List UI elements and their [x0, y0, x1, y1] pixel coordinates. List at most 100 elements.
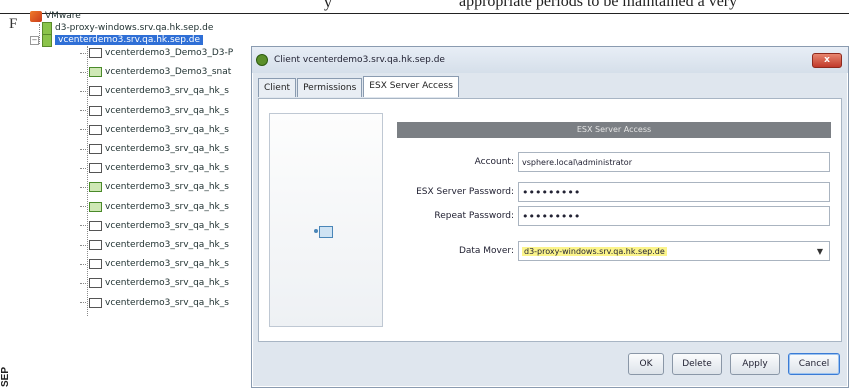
tree-node-label: VMware [45, 11, 81, 21]
tree-connector [80, 167, 86, 169]
tree-connector [80, 244, 86, 246]
left-image-pane [269, 113, 383, 327]
dialog-title: Client vcenterdemo3.srv.qa.hk.sep.de [274, 55, 445, 65]
repeat-password-row: Repeat Password: ••••••••• [397, 205, 837, 227]
cancel-button[interactable]: Cancel [788, 353, 840, 375]
vm-icon [89, 297, 102, 308]
tree-node-label: vcenterdemo3_srv_qa_hk_s [105, 240, 229, 250]
tree-node-vm[interactable]: vcenterdemo3_srv_qa_hk_s [80, 162, 229, 174]
tree-connector [80, 263, 86, 265]
account-field[interactable]: vsphere.local\administrator [518, 152, 830, 172]
document-text-line: appropriate periods to be maintained a v… [459, 0, 738, 10]
tree-node-vm[interactable]: vcenterdemo3_srv_qa_hk_s [80, 239, 229, 251]
password-row: ESX Server Password: ••••••••• [397, 181, 837, 203]
tree-node-vmware[interactable]: VMware [30, 10, 81, 22]
vm-icon [89, 163, 102, 174]
apply-button[interactable]: Apply [730, 353, 780, 375]
tree-connector [80, 206, 86, 208]
close-button[interactable]: x [812, 53, 842, 68]
tree-node-label: vcenterdemo3_srv_qa_hk_s [105, 86, 229, 97]
vm-icon [89, 240, 102, 250]
dialog-titlebar[interactable]: Client vcenterdemo3.srv.qa.hk.sep.de x [252, 47, 848, 73]
tree-node-vm[interactable]: vcenterdemo3_srv_qa_hk_s [80, 85, 229, 97]
ok-button[interactable]: OK [628, 353, 664, 375]
dropdown-arrow-icon[interactable]: ▼ [817, 242, 823, 262]
tree-node-label-selected: vcenterdemo3.srv.qa.hk.sep.de [55, 35, 204, 45]
tree-node-label: vcenterdemo3_srv_qa_hk_s [105, 105, 229, 116]
tree-node-vm[interactable]: vcenterdemo3_srv_qa_hk_s [80, 105, 229, 117]
vm-icon [89, 105, 102, 116]
tree-node-label: vcenterdemo3_srv_qa_hk_s [105, 144, 229, 154]
tree-node-vm[interactable]: vcenterdemo3_Demo3_D3-P [80, 47, 233, 59]
repeat-password-field[interactable]: ••••••••• [518, 206, 830, 226]
tree-connector [80, 110, 86, 112]
client-tree: VMware d3-proxy-windows.srv.qa.hk.sep.de… [24, 10, 264, 340]
host-icon [42, 33, 52, 47]
tree-node-vm[interactable]: vcenterdemo3_srv_qa_hk_s [80, 124, 229, 136]
tree-connector [80, 52, 86, 54]
tree-node-vm[interactable]: vcenterdemo3_srv_qa_hk_s [80, 143, 229, 155]
repeat-password-label: Repeat Password: [434, 211, 514, 221]
document-text-fragment: y [324, 0, 332, 11]
tree-node-label: vcenterdemo3_srv_qa_hk_s [105, 182, 229, 193]
tree-node-vm[interactable]: vcenterdemo3_srv_qa_hk_s [80, 220, 229, 232]
tree-node-vm[interactable]: vcenterdemo3_srv_qa_hk_s [80, 297, 229, 309]
password-label: ESX Server Password: [416, 187, 514, 197]
tab-esx-server-access[interactable]: ESX Server Access [363, 76, 459, 97]
tree-connector [80, 282, 86, 284]
data-mover-value: d3-proxy-windows.srv.qa.hk.sep.de [522, 247, 667, 256]
vm-icon [89, 67, 102, 78]
password-field[interactable]: ••••••••• [518, 182, 830, 202]
tab-client[interactable]: Client [258, 78, 297, 97]
tree-node-label: vcenterdemo3_srv_qa_hk_s [105, 278, 229, 289]
tree-node-label: vcenterdemo3_srv_qa_hk_s [105, 259, 229, 270]
vm-icon [89, 182, 102, 193]
tree-node-vm[interactable]: vcenterdemo3_Demo3_snat [80, 66, 231, 78]
tree-node-label: vcenterdemo3_srv_qa_hk_s [105, 201, 229, 212]
side-label: SEP [0, 366, 11, 387]
data-mover-select[interactable]: d3-proxy-windows.srv.qa.hk.sep.de ▼ [518, 241, 830, 261]
data-mover-row: Data Mover: d3-proxy-windows.srv.qa.hk.s… [397, 240, 837, 262]
account-row: Account: vsphere.local\administrator [397, 151, 837, 173]
tree-connector [80, 129, 86, 131]
vm-icon [89, 220, 102, 231]
tree-connector [80, 71, 86, 73]
vmware-icon [30, 10, 42, 22]
vm-icon [89, 144, 102, 154]
tree-node-vcenter[interactable]: − vcenterdemo3.srv.qa.hk.sep.de [30, 33, 204, 47]
tree-node-label: vcenterdemo3_srv_qa_hk_s [105, 163, 229, 174]
server-icon [319, 226, 333, 238]
server-dot-icon [314, 229, 318, 233]
tree-node-label: d3-proxy-windows.srv.qa.hk.sep.de [55, 23, 214, 33]
document-letter: F [9, 16, 18, 32]
tab-strip: Client Permissions ESX Server Access [258, 76, 460, 97]
account-label: Account: [474, 157, 514, 167]
tree-node-vm[interactable]: vcenterdemo3_srv_qa_hk_s [80, 181, 229, 193]
tree-node-vm[interactable]: vcenterdemo3_srv_qa_hk_s [80, 201, 229, 213]
vm-icon [89, 48, 102, 58]
tree-node-label: vcenterdemo3_srv_qa_hk_s [105, 220, 229, 231]
tree-connector [80, 225, 86, 227]
button-row: OK Delete Apply Cancel [628, 353, 840, 375]
tree-node-vm[interactable]: vcenterdemo3_srv_qa_hk_s [80, 277, 229, 289]
tree-node-label: vcenterdemo3_Demo3_snat [105, 67, 232, 78]
collapse-icon[interactable]: − [30, 35, 39, 45]
vm-icon [89, 259, 102, 270]
tree-connector [80, 302, 86, 304]
vm-icon [89, 124, 102, 135]
tree-connector [80, 90, 86, 92]
client-dialog: Client vcenterdemo3.srv.qa.hk.sep.de x C… [251, 46, 849, 388]
tree-node-label: vcenterdemo3_Demo3_D3-P [105, 48, 234, 58]
vm-icon [89, 201, 102, 212]
tree-connector [80, 186, 86, 188]
tree-node-vm[interactable]: vcenterdemo3_srv_qa_hk_s [80, 258, 229, 270]
tree-node-label: vcenterdemo3_srv_qa_hk_s [105, 124, 229, 135]
tab-panel: ESX Server Access Account: vsphere.local… [258, 98, 842, 342]
vm-icon [89, 86, 102, 97]
section-header: ESX Server Access [397, 122, 831, 138]
tree-node-label: vcenterdemo3_srv_qa_hk_s [105, 297, 229, 308]
tree-connector [80, 148, 86, 150]
tab-permissions[interactable]: Permissions [297, 78, 363, 97]
tree-node-proxy[interactable]: d3-proxy-windows.srv.qa.hk.sep.de [42, 21, 214, 35]
delete-button[interactable]: Delete [672, 353, 722, 375]
